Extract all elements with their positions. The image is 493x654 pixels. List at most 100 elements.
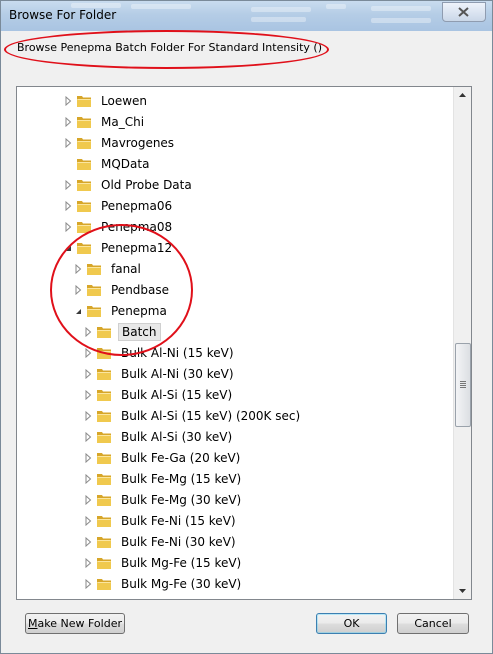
tree-item[interactable]: fanal bbox=[73, 258, 144, 279]
triangle-right-icon[interactable] bbox=[73, 263, 83, 274]
folder-icon bbox=[97, 410, 111, 422]
triangle-right-icon[interactable] bbox=[83, 578, 93, 589]
triangle-right-icon[interactable] bbox=[63, 95, 73, 106]
folder-icon bbox=[77, 179, 91, 191]
folder-icon bbox=[97, 557, 111, 569]
tree-item[interactable]: Old Probe Data bbox=[63, 174, 195, 195]
tree-item[interactable]: Pendbase bbox=[73, 279, 172, 300]
triangle-right-icon[interactable] bbox=[83, 326, 93, 337]
close-button[interactable] bbox=[442, 2, 486, 22]
make-new-folder-label: ake New Folder bbox=[37, 617, 122, 630]
folder-icon bbox=[97, 326, 111, 338]
scroll-up-button[interactable] bbox=[454, 87, 471, 104]
triangle-right-icon[interactable] bbox=[83, 347, 93, 358]
tree-item[interactable]: MQData bbox=[63, 153, 152, 174]
tree-item[interactable]: Penepma12 bbox=[63, 237, 175, 258]
folder-icon bbox=[87, 263, 101, 275]
triangle-right-icon[interactable] bbox=[83, 473, 93, 484]
tree-item-label: MQData bbox=[101, 156, 150, 171]
tree-item[interactable]: Bulk Fe-Ga (20 keV) bbox=[83, 447, 243, 468]
window-title: Browse For Folder bbox=[9, 8, 117, 22]
triangle-down-icon[interactable] bbox=[63, 243, 73, 253]
triangle-right-icon[interactable] bbox=[63, 200, 73, 211]
dialog-description: Browse Penepma Batch Folder For Standard… bbox=[17, 41, 323, 54]
tree-item[interactable]: Batch bbox=[83, 321, 161, 342]
triangle-right-icon[interactable] bbox=[63, 116, 73, 127]
tree-item[interactable]: Bulk Al-Si (15 keV) bbox=[83, 384, 235, 405]
triangle-right-icon[interactable] bbox=[83, 494, 93, 505]
triangle-right-icon[interactable] bbox=[83, 431, 93, 442]
tree-item[interactable]: Ma_Chi bbox=[63, 111, 147, 132]
folder-icon bbox=[77, 95, 91, 107]
folder-icon bbox=[97, 473, 111, 485]
folder-icon bbox=[97, 536, 111, 548]
ok-button[interactable]: OK bbox=[316, 613, 387, 634]
make-new-folder-button[interactable]: Make New Folder bbox=[25, 613, 125, 634]
triangle-right-icon[interactable] bbox=[83, 368, 93, 379]
tree-item[interactable]: Loewen bbox=[63, 90, 150, 111]
tree-item-label: Bulk Al-Si (15 keV) (200K sec) bbox=[121, 408, 301, 423]
triangle-right-icon[interactable] bbox=[83, 515, 93, 526]
tree-item[interactable]: Mavrogenes bbox=[63, 132, 177, 153]
folder-icon bbox=[97, 515, 111, 527]
tree-item-label: Bulk Fe-Ga (20 keV) bbox=[121, 450, 241, 465]
tree-item[interactable]: Bulk Mg-Fe (30 keV) bbox=[83, 573, 244, 594]
tree-item[interactable]: Bulk Fe-Mg (15 keV) bbox=[83, 468, 244, 489]
tree-item[interactable]: Bulk Al-Ni (30 keV) bbox=[83, 363, 237, 384]
close-icon bbox=[458, 7, 469, 17]
title-bar[interactable]: Browse For Folder bbox=[1, 1, 492, 31]
triangle-right-icon[interactable] bbox=[83, 557, 93, 568]
tree-item[interactable]: Bulk Al-Ni (15 keV) bbox=[83, 342, 237, 363]
tree-item-label: Loewen bbox=[101, 93, 148, 108]
folder-icon bbox=[87, 305, 101, 317]
tree-item[interactable]: Bulk Mg-Fe (15 keV) bbox=[83, 552, 244, 573]
triangle-right-icon[interactable] bbox=[83, 389, 93, 400]
cancel-button[interactable]: Cancel bbox=[397, 613, 469, 634]
folder-tree[interactable]: Loewen Ma_Chi Mavrogenes MQData Old Probe Da… bbox=[16, 86, 472, 600]
tree-item[interactable]: Bulk Fe-Ni (30 keV) bbox=[83, 531, 239, 552]
folder-icon bbox=[97, 347, 111, 359]
folder-icon bbox=[97, 494, 111, 506]
tree-item[interactable]: Penepma bbox=[73, 300, 170, 321]
triangle-right-icon[interactable] bbox=[63, 179, 73, 190]
tree-item-label: fanal bbox=[111, 261, 141, 276]
tree-item[interactable]: Bulk Fe-Ni (15 keV) bbox=[83, 510, 239, 531]
tree-item[interactable]: Penepma08 bbox=[63, 216, 175, 237]
triangle-right-icon[interactable] bbox=[83, 410, 93, 421]
tree-item-label: Penepma bbox=[111, 303, 167, 318]
tree-item[interactable]: Bulk Al-Si (15 keV) (200K sec) bbox=[83, 405, 303, 426]
triangle-down-icon[interactable] bbox=[73, 306, 83, 316]
scroll-down-button[interactable] bbox=[454, 582, 471, 599]
folder-icon bbox=[77, 137, 91, 149]
tree-item[interactable]: Bulk Fe-Mg (30 keV) bbox=[83, 489, 244, 510]
folder-icon bbox=[97, 452, 111, 464]
folder-icon bbox=[77, 242, 91, 254]
folder-icon bbox=[97, 389, 111, 401]
tree-item-label: Bulk Al-Si (30 keV) bbox=[121, 429, 233, 444]
scrollbar-thumb[interactable] bbox=[455, 343, 471, 427]
tree-item-label: Bulk Al-Ni (15 keV) bbox=[121, 345, 234, 360]
triangle-right-icon[interactable] bbox=[63, 221, 73, 232]
folder-icon bbox=[77, 221, 91, 233]
tree-item-label: Bulk Fe-Ni (15 keV) bbox=[121, 513, 236, 528]
triangle-right-icon[interactable] bbox=[63, 137, 73, 148]
tree-item-label: Penepma08 bbox=[101, 219, 173, 234]
tree-item-label: Bulk Fe-Mg (30 keV) bbox=[121, 492, 242, 507]
folder-icon bbox=[87, 284, 101, 296]
tree-item[interactable]: Bulk Al-Si (30 keV) bbox=[83, 426, 235, 447]
tree-item-label: Penepma12 bbox=[101, 240, 173, 255]
browse-for-folder-dialog: Browse For Folder Browse Penepma Batch F… bbox=[0, 0, 493, 654]
triangle-right-icon[interactable] bbox=[83, 536, 93, 547]
vertical-scrollbar[interactable] bbox=[453, 87, 471, 599]
tree-item-label: Ma_Chi bbox=[101, 114, 145, 129]
triangle-right-icon[interactable] bbox=[83, 452, 93, 463]
tree-item-label: Bulk Fe-Mg (15 keV) bbox=[121, 471, 242, 486]
tree-item-label: Bulk Al-Si (15 keV) bbox=[121, 387, 233, 402]
no-expander bbox=[63, 159, 73, 169]
tree-item-label: Pendbase bbox=[111, 282, 170, 297]
triangle-right-icon[interactable] bbox=[73, 284, 83, 295]
tree-item[interactable]: Penepma06 bbox=[63, 195, 175, 216]
tree-item-label: Bulk Al-Ni (30 keV) bbox=[121, 366, 234, 381]
tree-item-label: Bulk Fe-Ni (30 keV) bbox=[121, 534, 236, 549]
tree-item-label: Batch bbox=[118, 322, 161, 341]
